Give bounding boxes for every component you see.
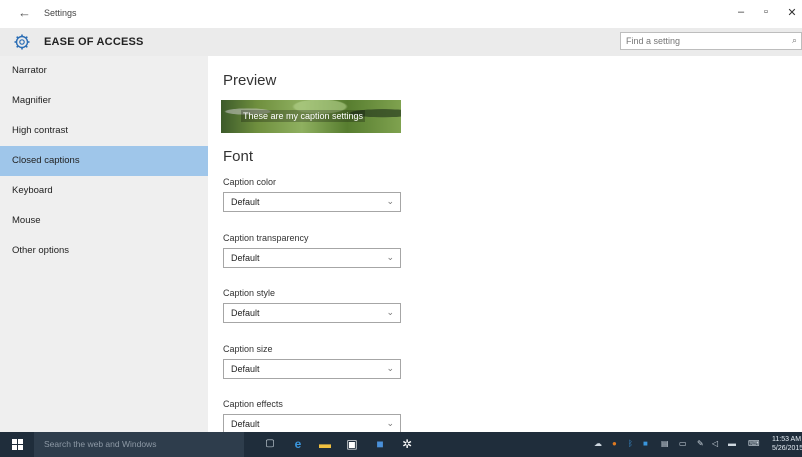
close-button[interactable]: ✕ xyxy=(782,6,802,19)
edge-browser-icon[interactable]: e xyxy=(291,437,305,451)
file-explorer-icon[interactable]: ▬ xyxy=(318,437,332,451)
sidebar-item-narrator[interactable]: Narrator xyxy=(0,56,208,86)
bluetooth-icon[interactable]: ᛒ xyxy=(628,439,633,448)
network-icon[interactable]: ▤ xyxy=(661,439,669,448)
sidebar-item-closed-captions[interactable]: Closed captions xyxy=(0,146,208,176)
caption-color-label: Caption color xyxy=(223,177,277,187)
battery-icon[interactable]: ▭ xyxy=(679,439,687,448)
sidebar-item-mouse[interactable]: Mouse xyxy=(0,206,208,236)
clock-date: 5/26/2015 xyxy=(772,445,802,452)
caption-style-select[interactable]: Default ⌄ xyxy=(223,303,401,323)
search-box[interactable]: ⌕ xyxy=(620,32,802,50)
caption-size-label: Caption size xyxy=(223,344,273,354)
section-header: EASE OF ACCESS ⌕ xyxy=(0,28,802,56)
back-arrow-icon[interactable]: ← xyxy=(18,5,31,20)
keyboard-icon[interactable]: ⌨ xyxy=(748,439,760,448)
action-center-icon[interactable]: ▬ xyxy=(728,439,736,448)
start-button[interactable] xyxy=(0,432,34,457)
cloud-icon[interactable]: ☁ xyxy=(594,439,602,448)
chevron-down-icon: ⌄ xyxy=(386,196,394,206)
page-title: EASE OF ACCESS xyxy=(44,36,144,48)
sidebar: Narrator Magnifier High contrast Closed … xyxy=(0,56,208,432)
caption-transparency-select[interactable]: Default ⌄ xyxy=(223,248,401,268)
settings-gear-icon[interactable]: ✲ xyxy=(400,437,414,451)
outlook-icon[interactable]: ■ xyxy=(373,437,387,451)
chevron-down-icon: ⌄ xyxy=(386,252,394,262)
preview-heading: Preview xyxy=(223,72,277,89)
sidebar-item-magnifier[interactable]: Magnifier xyxy=(0,86,208,116)
taskbar-search[interactable]: Search the web and Windows xyxy=(34,432,244,457)
pen-icon[interactable]: ✎ xyxy=(697,439,704,448)
caption-transparency-label: Caption transparency xyxy=(223,233,309,243)
caption-size-select[interactable]: Default ⌄ xyxy=(223,359,401,379)
main-content: Preview These are my caption settings Fo… xyxy=(208,56,802,434)
caption-preview-image: These are my caption settings xyxy=(221,100,401,133)
sidebar-item-other-options[interactable]: Other options xyxy=(0,236,208,266)
app-icon[interactable]: ■ xyxy=(643,439,648,448)
select-value: Default xyxy=(231,364,260,374)
chevron-down-icon: ⌄ xyxy=(386,307,394,317)
caption-effects-select[interactable]: Default ⌄ xyxy=(223,414,401,434)
search-input[interactable] xyxy=(626,35,776,47)
search-icon[interactable]: ⌕ xyxy=(792,35,797,46)
volume-icon[interactable]: ◁ xyxy=(712,439,718,448)
chevron-down-icon: ⌄ xyxy=(386,363,394,373)
task-view-icon[interactable]: ▢ xyxy=(263,437,277,451)
firefox-icon[interactable]: ● xyxy=(612,439,617,448)
caption-style-label: Caption style xyxy=(223,288,276,298)
chevron-down-icon: ⌄ xyxy=(386,418,394,428)
taskbar-search-placeholder: Search the web and Windows xyxy=(44,439,157,449)
sidebar-item-high-contrast[interactable]: High contrast xyxy=(0,116,208,146)
select-value: Default xyxy=(231,419,260,429)
taskbar: Search the web and Windows ▢ e ▬ ▣ ■ ✲ ☁… xyxy=(0,432,802,457)
select-value: Default xyxy=(231,253,260,263)
maximize-button[interactable]: ▫ xyxy=(756,6,776,18)
clock-time: 11:53 AM xyxy=(772,436,802,443)
select-value: Default xyxy=(231,197,260,207)
caption-effects-label: Caption effects xyxy=(223,399,283,409)
window-title: Settings xyxy=(44,8,77,18)
select-value: Default xyxy=(231,308,260,318)
preview-caption-text: These are my caption settings xyxy=(241,110,366,122)
gear-icon xyxy=(14,34,30,50)
title-bar: ← Settings – ▫ ✕ xyxy=(0,0,802,28)
font-heading: Font xyxy=(223,148,254,165)
store-icon[interactable]: ▣ xyxy=(345,437,359,451)
caption-color-select[interactable]: Default ⌄ xyxy=(223,192,401,212)
clock[interactable]: 11:53 AM 5/26/2015 xyxy=(772,435,802,453)
minimize-button[interactable]: – xyxy=(731,6,751,18)
sidebar-item-keyboard[interactable]: Keyboard xyxy=(0,176,208,206)
windows-logo-icon xyxy=(12,439,23,450)
